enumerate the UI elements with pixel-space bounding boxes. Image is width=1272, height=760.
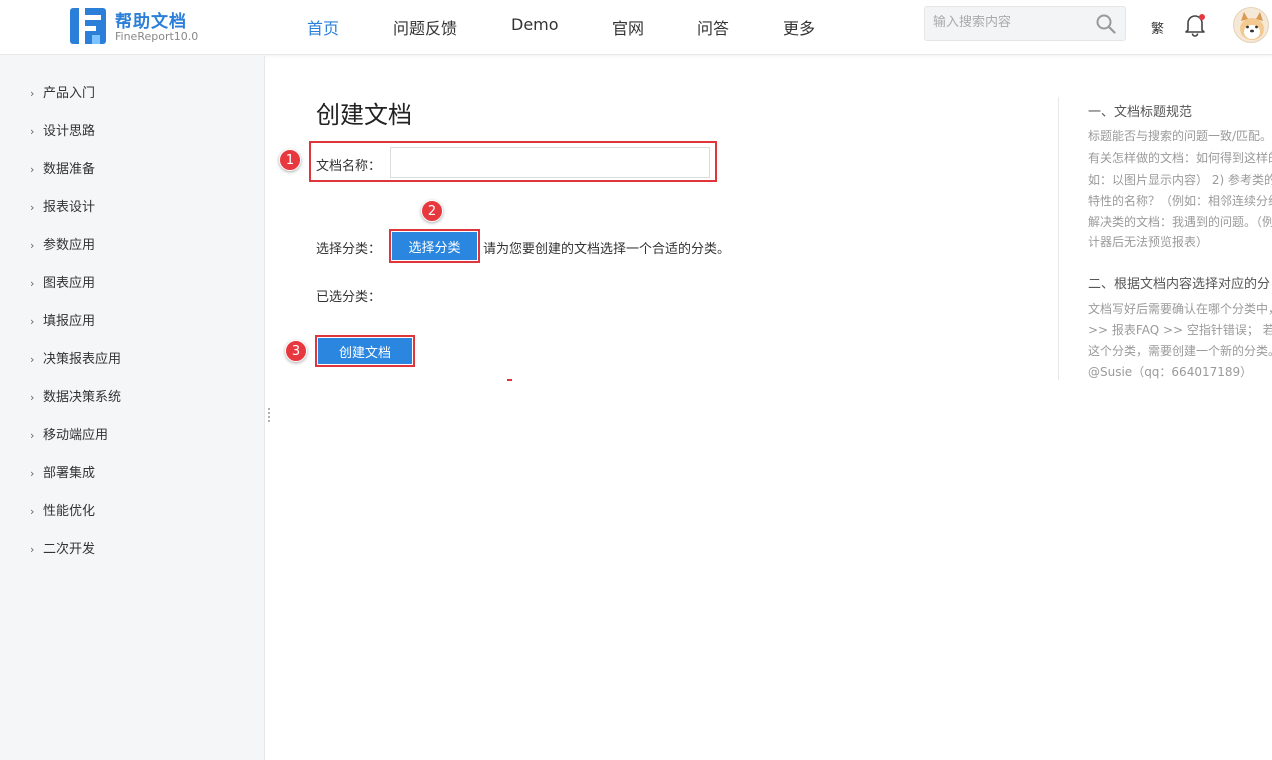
logo-title[interactable]: 帮助文档 xyxy=(115,7,187,32)
sidebar-item-label: 设计思路 xyxy=(43,124,96,139)
sidebar-resize-handle[interactable] xyxy=(267,408,271,424)
search-icon[interactable] xyxy=(1096,14,1116,34)
sidebar-item-mobile[interactable]: › 移动端应用 xyxy=(30,426,108,446)
nav-home[interactable]: 首页 xyxy=(307,15,339,39)
guide-section1-line: 解决类的文档：我遇到的问题。（例 xyxy=(1088,215,1272,229)
sidebar-item-label: 二次开发 xyxy=(43,542,96,557)
chevron-right-icon: › xyxy=(30,125,35,138)
doc-name-label: 文档名称： xyxy=(316,159,382,174)
sidebar-item-label: 移动端应用 xyxy=(43,428,109,443)
chevron-right-icon: › xyxy=(30,315,35,328)
sidebar-item-label: 数据准备 xyxy=(43,162,96,177)
step-marker-3: 3 xyxy=(285,340,307,362)
sidebar-item-label: 决策报表应用 xyxy=(43,352,122,367)
chevron-right-icon: › xyxy=(30,87,35,100)
user-avatar[interactable] xyxy=(1233,7,1269,43)
chevron-right-icon: › xyxy=(30,505,35,518)
nav-feedback[interactable]: 问题反馈 xyxy=(393,15,457,39)
sidebar-item-label: 性能优化 xyxy=(43,504,96,519)
chevron-right-icon: › xyxy=(30,467,35,480)
right-panel-divider xyxy=(1058,97,1059,380)
sidebar-item-dashboard[interactable]: › 决策报表应用 xyxy=(30,350,121,370)
guide-section2-line: >> 报表FAQ >> 空指针错误； 若 xyxy=(1088,323,1272,337)
search-box xyxy=(924,6,1126,41)
guide-section2-line: 文档写好后需要确认在哪个分类中， xyxy=(1088,302,1272,316)
sidebar-item-label: 部署集成 xyxy=(43,466,96,481)
sidebar-item-label: 报表设计 xyxy=(43,200,96,215)
search-input[interactable] xyxy=(933,15,1093,30)
sidebar-item-parameters[interactable]: › 参数应用 xyxy=(30,236,95,256)
guide-section1-line: 标题能否与搜索的问题一致/匹配。 xyxy=(1088,129,1272,143)
chevron-right-icon: › xyxy=(30,277,35,290)
notification-bell-icon[interactable] xyxy=(1183,12,1207,38)
chevron-right-icon: › xyxy=(30,391,35,404)
sidebar-item-deployment[interactable]: › 部署集成 xyxy=(30,464,95,484)
nav-official-site[interactable]: 官网 xyxy=(612,15,644,39)
sidebar-item-charts[interactable]: › 图表应用 xyxy=(30,274,95,294)
doc-name-input[interactable] xyxy=(390,147,710,178)
guide-section2-title: 二、根据文档内容选择对应的分 xyxy=(1088,277,1271,292)
guide-section1-title: 一、文档标题规范 xyxy=(1088,105,1193,120)
create-document-button[interactable]: 创建文档 xyxy=(318,338,412,364)
step-marker-2: 2 xyxy=(421,200,443,222)
sidebar-item-report-design[interactable]: › 报表设计 xyxy=(30,198,95,218)
finereport-logo-icon[interactable] xyxy=(68,6,108,46)
sidebar-item-label: 图表应用 xyxy=(43,276,96,291)
sidebar-item-fill-report[interactable]: › 填报应用 xyxy=(30,312,95,332)
category-label: 选择分类： xyxy=(316,242,382,257)
sidebar-item-label: 填报应用 xyxy=(43,314,96,329)
sidebar-item-label: 产品入门 xyxy=(43,86,96,101)
dog-avatar-icon xyxy=(1240,12,1264,40)
guide-section2-line: 这个分类，需要创建一个新的分类。 xyxy=(1088,344,1272,358)
sidebar-item-performance[interactable]: › 性能优化 xyxy=(30,502,95,522)
chevron-right-icon: › xyxy=(30,429,35,442)
step-marker-1: 1 xyxy=(279,149,301,171)
guide-section1-line: 如：以图片显示内容） 2) 参考类的 xyxy=(1088,173,1272,187)
guide-section1-line: 有关怎样做的文档：如何得到这样的 xyxy=(1088,151,1272,165)
top-header: 帮助文档 FineReport10.0 首页 问题反馈 Demo 官网 问答 更… xyxy=(0,0,1272,55)
selected-category-label: 已选分类： xyxy=(316,290,382,305)
chevron-right-icon: › xyxy=(30,543,35,556)
sidebar-item-label: 数据决策系统 xyxy=(43,390,122,405)
chevron-right-icon: › xyxy=(30,201,35,214)
nav-more[interactable]: 更多 xyxy=(783,15,815,39)
sidebar-item-development[interactable]: › 二次开发 xyxy=(30,540,95,560)
logo-subtitle: FineReport10.0 xyxy=(115,30,199,43)
guide-section1-line: 计器后无法预览报表） xyxy=(1088,235,1209,249)
page-title: 创建文档 xyxy=(316,101,412,129)
annotation-mark xyxy=(507,379,512,381)
chevron-right-icon: › xyxy=(30,163,35,176)
select-category-button[interactable]: 选择分类 xyxy=(392,232,477,260)
chevron-right-icon: › xyxy=(30,239,35,252)
guide-section2-line: @Susie（qq：664017189） xyxy=(1088,365,1253,379)
nav-qa[interactable]: 问答 xyxy=(697,15,729,39)
sidebar-item-decision-system[interactable]: › 数据决策系统 xyxy=(30,388,121,408)
chevron-right-icon: › xyxy=(30,353,35,366)
sidebar: › 产品入门 › 设计思路 › 数据准备 › 报表设计 › 参数应用 › 图表应用 › 填报应… xyxy=(0,56,265,760)
sidebar-item-design-ideas[interactable]: › 设计思路 xyxy=(30,122,95,142)
guide-section1-line: 特性的名称？（例如：相邻连续分组 xyxy=(1088,194,1272,208)
category-hint: 请为您要创建的文档选择一个合适的分类。 xyxy=(483,242,731,257)
sidebar-item-getting-started[interactable]: › 产品入门 xyxy=(30,84,95,104)
nav-demo[interactable]: Demo xyxy=(511,15,559,34)
sidebar-item-data-prep[interactable]: › 数据准备 xyxy=(30,160,95,180)
traditional-chinese-toggle[interactable]: 繁 xyxy=(1151,18,1164,37)
sidebar-item-label: 参数应用 xyxy=(43,238,96,253)
